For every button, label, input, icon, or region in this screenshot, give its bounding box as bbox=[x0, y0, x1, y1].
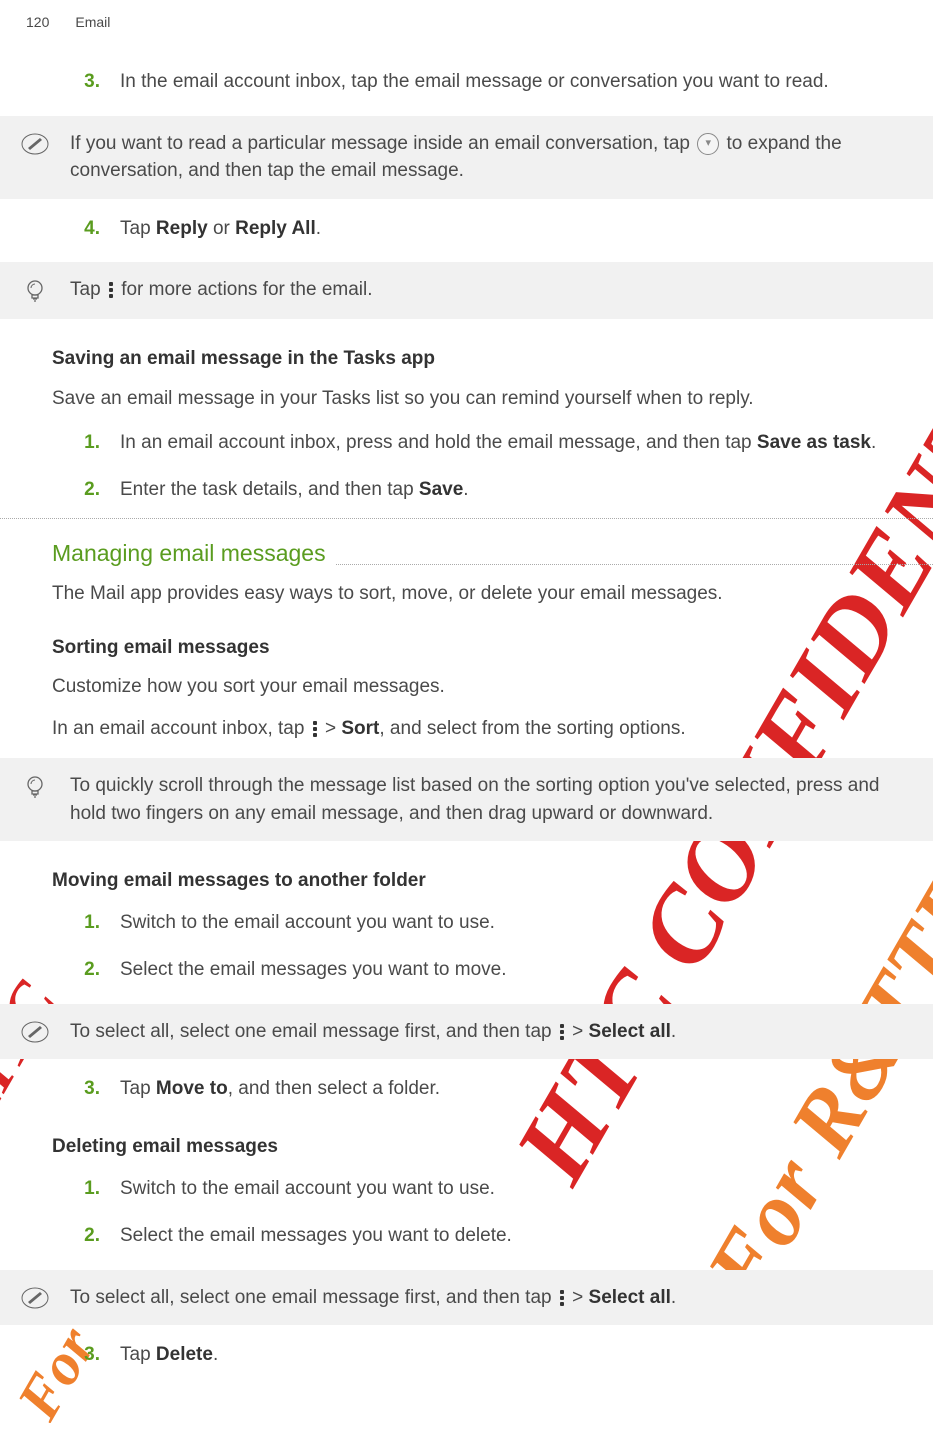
step-text: In the email account inbox, tap the emai… bbox=[120, 68, 897, 96]
step-text: Tap Move to, and then select a folder. bbox=[120, 1075, 897, 1103]
step-1-save-task: 1. In an email account inbox, press and … bbox=[52, 423, 897, 471]
step-4-reply: 4. Tap Reply or Reply All. bbox=[52, 209, 897, 257]
step-number: 3. bbox=[80, 1341, 100, 1369]
section-managing-email: Managing email messages bbox=[52, 519, 326, 576]
step-text: Tap Reply or Reply All. bbox=[120, 215, 897, 243]
heading-saving-tasks: Saving an email message in the Tasks app bbox=[52, 329, 897, 381]
section-title: Email bbox=[75, 12, 110, 32]
note-body: To select all, select one email message … bbox=[70, 1284, 897, 1312]
step-2-enter-details: 2. Enter the task details, and then tap … bbox=[52, 470, 897, 518]
divider bbox=[336, 564, 933, 565]
pencil-icon bbox=[18, 130, 52, 155]
sorting-intro: Customize how you sort your email messag… bbox=[52, 669, 897, 711]
step-1-switch-account: 1. Switch to the email account you want … bbox=[52, 903, 897, 951]
step-3-move-to: 3. Tap Move to, and then select a folder… bbox=[52, 1069, 897, 1117]
step-number: 2. bbox=[80, 1222, 100, 1250]
heading-moving: Moving email messages to another folder bbox=[52, 851, 897, 903]
step-number: 3. bbox=[80, 68, 100, 96]
page-header: 120 Email bbox=[0, 0, 933, 32]
step-text: Switch to the email account you want to … bbox=[120, 909, 897, 937]
more-options-icon bbox=[313, 721, 317, 737]
more-options-icon bbox=[109, 282, 113, 298]
managing-intro: The Mail app provides easy ways to sort,… bbox=[52, 576, 897, 618]
step-number: 3. bbox=[80, 1075, 100, 1103]
note-expand-conversation: If you want to read a particular message… bbox=[0, 116, 933, 199]
tip-more-actions: Tap for more actions for the email. bbox=[0, 262, 933, 319]
step-number: 1. bbox=[80, 909, 100, 937]
step-text: Switch to the email account you want to … bbox=[120, 1175, 897, 1203]
step-2-select-messages-delete: 2. Select the email messages you want to… bbox=[52, 1216, 897, 1264]
note-body: If you want to read a particular message… bbox=[70, 130, 897, 185]
step-number: 4. bbox=[80, 215, 100, 243]
step-3-read-email: 3. In the email account inbox, tap the e… bbox=[52, 62, 897, 110]
pencil-icon bbox=[18, 1284, 52, 1309]
step-text: In an email account inbox, press and hol… bbox=[120, 429, 897, 457]
note-select-all-move: To select all, select one email message … bbox=[0, 1004, 933, 1060]
expand-chevron-icon: ▾ bbox=[697, 133, 719, 155]
pencil-icon bbox=[18, 1018, 52, 1043]
step-text: Select the email messages you want to de… bbox=[120, 1222, 897, 1250]
step-number: 2. bbox=[80, 956, 100, 984]
page-number: 120 bbox=[26, 12, 49, 32]
more-options-icon bbox=[560, 1290, 564, 1306]
step-text: Tap Delete. bbox=[120, 1341, 897, 1369]
saving-intro: Save an email message in your Tasks list… bbox=[52, 381, 897, 423]
tip-body: To quickly scroll through the message li… bbox=[70, 772, 897, 827]
tip-scroll-sort: To quickly scroll through the message li… bbox=[0, 758, 933, 841]
note-select-all-delete: To select all, select one email message … bbox=[0, 1270, 933, 1326]
heading-sorting: Sorting email messages bbox=[52, 618, 897, 670]
step-2-select-messages: 2. Select the email messages you want to… bbox=[52, 950, 897, 998]
lightbulb-icon bbox=[18, 276, 52, 305]
step-text: Enter the task details, and then tap Sav… bbox=[120, 476, 897, 504]
lightbulb-icon bbox=[18, 772, 52, 801]
sorting-instruction: In an email account inbox, tap > Sort, a… bbox=[52, 711, 897, 753]
tip-body: Tap for more actions for the email. bbox=[70, 276, 897, 304]
more-options-icon bbox=[560, 1024, 564, 1040]
step-number: 1. bbox=[80, 1175, 100, 1203]
step-number: 2. bbox=[80, 476, 100, 504]
note-body: To select all, select one email message … bbox=[70, 1018, 897, 1046]
step-1-switch-account-delete: 1. Switch to the email account you want … bbox=[52, 1169, 897, 1217]
step-number: 1. bbox=[80, 429, 100, 457]
heading-deleting: Deleting email messages bbox=[52, 1117, 897, 1169]
step-3-delete: 3. Tap Delete. bbox=[52, 1335, 897, 1383]
step-text: Select the email messages you want to mo… bbox=[120, 956, 897, 984]
